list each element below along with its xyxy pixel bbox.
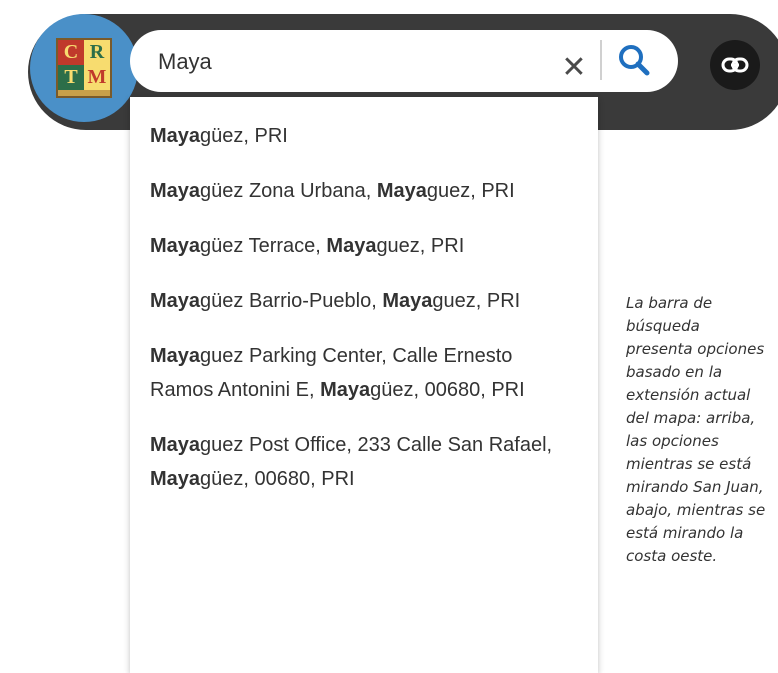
suggestion-text: güez Zona Urbana,: [200, 180, 377, 202]
logo-mark: C R T M: [56, 38, 112, 98]
suggestion-text: güez, PRI: [200, 125, 288, 147]
search-input[interactable]: [156, 38, 550, 86]
suggestion-item[interactable]: Mayagüez, PRI: [130, 109, 598, 164]
suggestion-item[interactable]: Mayaguez Post Office, 233 Calle San Rafa…: [130, 418, 598, 507]
crtm-logo[interactable]: C R T M: [30, 14, 138, 122]
suggestion-item[interactable]: Mayagüez Terrace, Mayaguez, PRI: [130, 219, 598, 274]
suggestion-text: guez, PRI: [426, 180, 515, 202]
logo-letter-m: M: [84, 65, 110, 90]
search-button[interactable]: [615, 42, 653, 80]
suggestion-text: güez Barrio-Pueblo,: [200, 290, 383, 312]
suggestion-text: güez, 00680, PRI: [370, 379, 525, 401]
suggestion-match-text: Maya: [326, 235, 377, 257]
suggestion-match-text: Maya: [150, 345, 201, 367]
link-icon: [721, 57, 749, 73]
suggestion-text: guez, PRI: [432, 290, 521, 312]
suggestion-match-text: Maya: [150, 125, 201, 147]
search-box: [130, 30, 678, 92]
search-icon: [619, 45, 650, 76]
suggestion-item[interactable]: Mayagüez Zona Urbana, Mayaguez, PRI: [130, 164, 598, 219]
caption-text: La barra de búsqueda presenta opciones b…: [626, 294, 766, 565]
suggestion-text: güez Terrace,: [200, 235, 327, 257]
share-link-button[interactable]: [710, 40, 760, 90]
search-divider: [600, 40, 602, 80]
suggestion-match-text: Maya: [150, 180, 201, 202]
close-icon: ✕: [561, 51, 587, 84]
logo-letter-c: C: [58, 40, 84, 65]
suggestion-match-text: Maya: [150, 434, 201, 456]
suggestions-dropdown: Mayagüez, PRI Mayagüez Zona Urbana, Mayag…: [130, 97, 598, 673]
suggestion-match-text: Maya: [320, 379, 371, 401]
suggestion-match-text: Maya: [150, 290, 201, 312]
suggestion-item[interactable]: Mayaguez Parking Center, Calle Ernesto R…: [130, 329, 598, 418]
logo-letter-r: R: [84, 40, 110, 65]
suggestion-match-text: Maya: [150, 235, 201, 257]
suggestion-match-text: Maya: [382, 290, 433, 312]
logo-letter-t: T: [58, 65, 84, 90]
suggestion-text: güez, 00680, PRI: [200, 468, 355, 490]
suggestion-match-text: Maya: [150, 468, 201, 490]
clear-search-button[interactable]: ✕: [558, 52, 590, 84]
logo-footer: [58, 90, 110, 96]
suggestion-text: guez Post Office, 233 Calle San Rafael,: [200, 434, 553, 456]
suggestion-match-text: Maya: [376, 180, 427, 202]
suggestion-item[interactable]: Mayagüez Barrio-Pueblo, Mayaguez, PRI: [130, 274, 598, 329]
suggestion-list: Mayagüez, PRI Mayagüez Zona Urbana, Mayag…: [130, 97, 598, 507]
suggestion-text: guez, PRI: [376, 235, 465, 257]
